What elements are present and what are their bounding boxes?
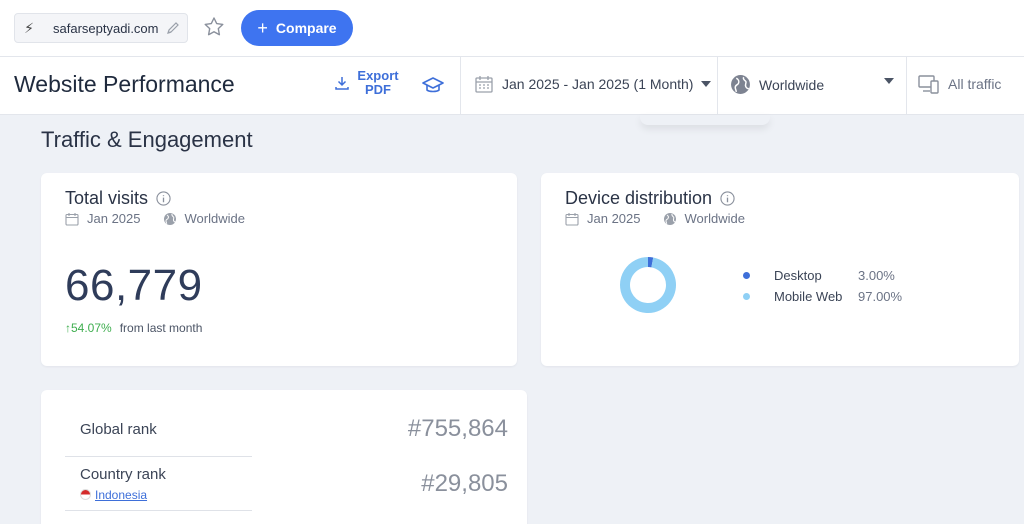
legend-value-mobile-web: 97.00%: [858, 289, 903, 304]
country-link[interactable]: Indonesia: [95, 488, 147, 502]
traffic-type-selector[interactable]: All traffic: [918, 74, 1001, 94]
plus-icon: +: [257, 18, 268, 38]
change-percent: ↑54.07%: [65, 321, 112, 335]
legend-value-desktop: 3.00%: [858, 268, 895, 283]
rank-divider: [65, 456, 252, 457]
star-icon[interactable]: [202, 15, 226, 39]
device-distribution-date: Jan 2025: [587, 211, 641, 226]
calendar-icon: [65, 212, 79, 226]
graduation-cap-icon[interactable]: [422, 75, 444, 97]
globe-icon: [663, 212, 676, 225]
change-percent-value: 54.07%: [71, 321, 112, 335]
page-header: Website Performance Export PDF Jan 2025 …: [0, 57, 1024, 115]
section-title: Traffic & Engagement: [41, 127, 253, 152]
info-icon[interactable]: [720, 191, 735, 206]
date-range-selector[interactable]: Jan 2025 - Jan 2025 (1 Month): [474, 74, 712, 94]
device-distribution-geo: Worldwide: [684, 211, 745, 226]
compare-label: Compare: [275, 20, 337, 36]
rank-card: Global rank #755,864 Country rank Indone…: [41, 390, 527, 524]
donut-slice-mobile-web: [620, 257, 676, 313]
rank-divider: [65, 510, 252, 511]
legend-label-desktop: Desktop: [774, 268, 822, 283]
traffic-type-label: All traffic: [948, 76, 1002, 92]
devices-icon: [918, 75, 939, 94]
total-visits-date: Jan 2025: [87, 211, 141, 226]
pencil-icon[interactable]: [165, 20, 181, 36]
device-donut-chart: [620, 257, 676, 313]
device-distribution-card: Device distribution Jan 2025 Worldwide D…: [541, 173, 1019, 366]
domain-name: safarseptyadi.com: [53, 20, 159, 36]
change-caption: from last month: [119, 321, 203, 335]
device-distribution-meta: Jan 2025 Worldwide: [565, 211, 745, 226]
country-selector[interactable]: Worldwide: [730, 74, 894, 95]
caret-down-icon: [884, 78, 894, 84]
country-rank-country: Indonesia: [80, 486, 147, 504]
country-selector-label: Worldwide: [759, 76, 825, 93]
indonesia-flag-icon: [80, 489, 91, 500]
legend-dot-mobile-web: [743, 293, 750, 300]
divider: [717, 57, 718, 115]
total-visits-value: 66,779: [65, 261, 203, 310]
visits-change: ↑54.07% from last month: [65, 321, 202, 335]
globe-icon: [163, 212, 176, 225]
global-rank-label: Global rank: [80, 421, 157, 438]
info-icon[interactable]: [156, 191, 171, 206]
global-rank-value: #755,864: [407, 415, 508, 442]
domain-bar: ⚡︎ safarseptyadi.com + Compare: [0, 0, 1024, 57]
total-visits-geo: Worldwide: [184, 211, 245, 226]
domain-chip[interactable]: ⚡︎ safarseptyadi.com: [14, 13, 188, 43]
globe-icon: [731, 75, 750, 94]
calendar-icon: [475, 76, 493, 93]
country-rank-label: Country rank: [80, 466, 166, 483]
divider: [460, 57, 461, 115]
legend-item-mobile-web: Mobile Web 97.00%: [743, 286, 902, 307]
device-distribution-title: Device distribution: [565, 188, 735, 209]
legend-label-mobile-web: Mobile Web: [774, 289, 843, 304]
country-rank-value: #29,805: [421, 470, 508, 497]
total-visits-card: Total visits Jan 2025 Worldwide 66,779 ↑…: [41, 173, 517, 366]
legend-dot-desktop: [743, 272, 750, 279]
export-pdf-label: Export PDF: [357, 68, 399, 97]
compare-button[interactable]: + Compare: [241, 10, 353, 46]
caret-down-icon: [701, 81, 712, 87]
date-range-label: Jan 2025 - Jan 2025 (1 Month): [502, 76, 694, 92]
page-title: Website Performance: [14, 71, 235, 97]
total-visits-title-text: Total visits: [65, 188, 149, 208]
total-visits-meta: Jan 2025 Worldwide: [65, 211, 245, 226]
dropdown-shadow: [640, 115, 770, 125]
device-distribution-title-text: Device distribution: [565, 188, 713, 208]
download-icon: [335, 77, 349, 90]
divider: [906, 57, 907, 115]
device-legend: Desktop 3.00% Mobile Web 97.00%: [743, 265, 902, 307]
total-visits-title: Total visits: [65, 188, 171, 209]
bolt-icon: ⚡︎: [24, 19, 34, 36]
legend-item-desktop: Desktop 3.00%: [743, 265, 902, 286]
export-pdf-button[interactable]: Export PDF: [334, 69, 400, 97]
calendar-icon: [565, 212, 579, 226]
